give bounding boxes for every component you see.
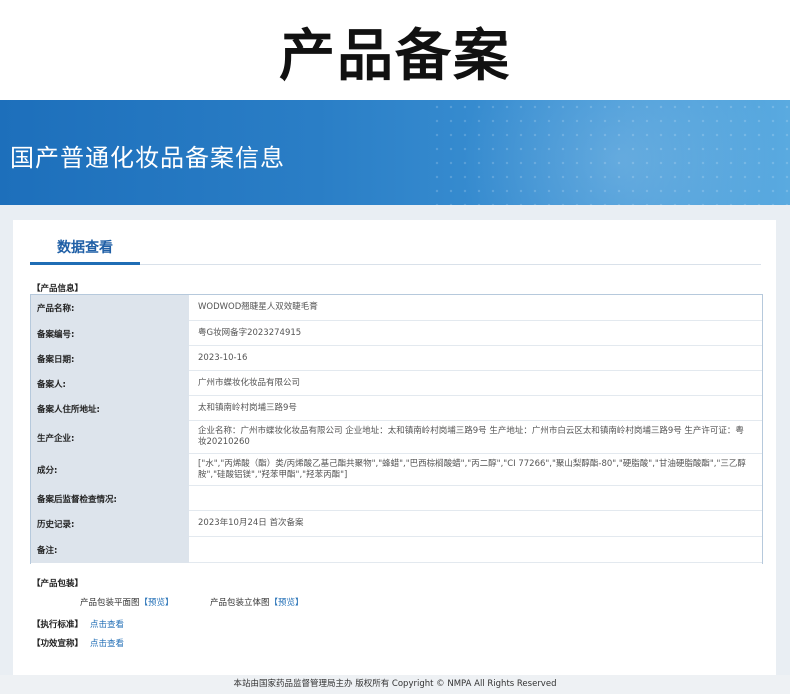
row-key: 历史记录:	[31, 511, 189, 537]
page-header: 产品备案	[0, 0, 790, 100]
package-flat-preview-link[interactable]: 【预览】	[140, 598, 174, 608]
row-key: 备案人住所地址:	[31, 396, 189, 421]
footer: 本站由国家药品监督管理局主办 版权所有 Copyright © NMPA All…	[0, 675, 790, 694]
table-row: 备案编号: 粤G妆网备字2023274915	[31, 321, 762, 347]
table-row: 生产企业: 企业名称：广州市蝶妆化妆品有限公司 企业地址：太和镇南岭村岗埔三路9…	[31, 421, 762, 455]
banner: 国产普通化妆品备案信息	[0, 100, 790, 205]
package-solid: 产品包装立体图【预览】	[210, 596, 304, 608]
row-value: 2023年10月24日 首次备案	[189, 511, 762, 537]
tab-active-indicator	[30, 262, 140, 265]
table-row: 备案人住所地址: 太和镇南岭村岗埔三路9号	[31, 396, 762, 422]
row-value: ["水","丙烯酸（酯）类/丙烯酸乙基己酯共聚物","蜂蜡","巴西棕榈酸蜡",…	[189, 454, 762, 486]
table-row: 成分: ["水","丙烯酸（酯）类/丙烯酸乙基己酯共聚物","蜂蜡","巴西棕榈…	[31, 454, 762, 487]
table-row: 历史记录: 2023年10月24日 首次备案	[31, 511, 762, 538]
row-value: 太和镇南岭村岗埔三路9号	[189, 396, 762, 421]
row-key: 备案日期:	[31, 346, 189, 371]
row-key: 成分:	[31, 454, 189, 486]
table-row: 备案日期: 2023-10-16	[31, 346, 762, 372]
section-standard: 【执行标准】 点击查看	[32, 618, 124, 630]
row-key: 备注:	[31, 537, 189, 563]
banner-title: 国产普通化妆品备案信息	[10, 144, 285, 172]
table-row: 产品名称: WODWOD翘睫星人双效睫毛膏	[31, 295, 762, 322]
efficacy-label: 【功效宣称】	[32, 639, 84, 649]
table-row: 备案后监督检查情况:	[31, 486, 762, 512]
product-info-table: 产品名称: WODWOD翘睫星人双效睫毛膏 备案编号: 粤G妆网备字202327…	[30, 294, 763, 564]
package-flat-label: 产品包装平面图	[80, 598, 140, 608]
row-key: 产品名称:	[31, 295, 189, 321]
row-value: WODWOD翘睫星人双效睫毛膏	[189, 295, 762, 321]
package-solid-label: 产品包装立体图	[210, 598, 270, 608]
row-value: 企业名称：广州市蝶妆化妆品有限公司 企业地址：太和镇南岭村岗埔三路9号 生产地址…	[189, 421, 762, 454]
section-product-info: 【产品信息】	[32, 284, 84, 294]
tab-data-view[interactable]: 数据查看	[30, 237, 140, 264]
row-key: 备案人:	[31, 371, 189, 396]
banner-pattern	[430, 100, 790, 205]
section-efficacy: 【功效宣称】 点击查看	[32, 637, 124, 649]
standard-label: 【执行标准】	[32, 620, 84, 630]
row-value: 粤G妆网备字2023274915	[189, 321, 762, 346]
standard-view-link[interactable]: 点击查看	[90, 620, 124, 630]
row-value	[189, 537, 762, 563]
table-row: 备案人: 广州市蝶妆化妆品有限公司	[31, 371, 762, 397]
table-row: 备注:	[31, 537, 762, 564]
row-value: 2023-10-16	[189, 346, 762, 371]
section-product-package: 【产品包装】	[32, 579, 84, 589]
efficacy-view-link[interactable]: 点击查看	[90, 639, 124, 649]
row-key: 生产企业:	[31, 421, 189, 454]
package-solid-preview-link[interactable]: 【预览】	[270, 598, 304, 608]
row-key: 备案编号:	[31, 321, 189, 346]
page-title: 产品备案	[279, 24, 511, 89]
row-key: 备案后监督检查情况:	[31, 486, 189, 511]
row-value: 广州市蝶妆化妆品有限公司	[189, 371, 762, 396]
package-flat: 产品包装平面图【预览】	[80, 596, 174, 608]
row-value	[189, 486, 762, 511]
